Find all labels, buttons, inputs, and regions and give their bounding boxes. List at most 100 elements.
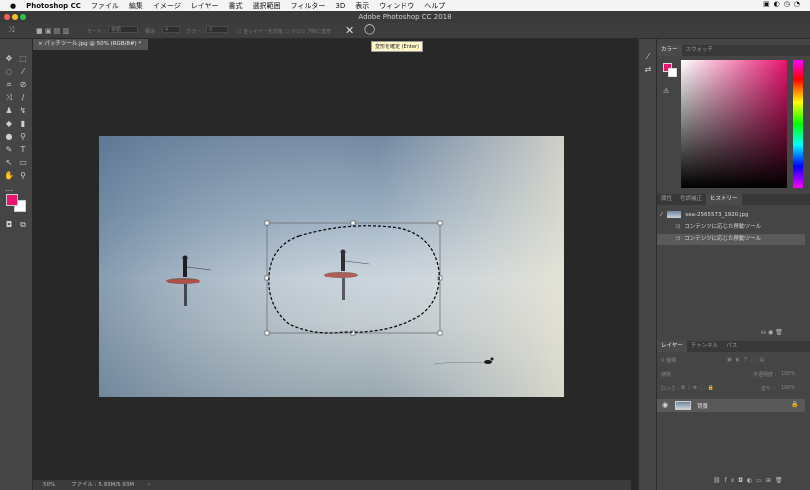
tab-adjustments[interactable]: 色調補正 (676, 194, 706, 205)
tab-history[interactable]: ヒストリー (706, 194, 742, 205)
lasso-tool-icon[interactable]: ◌ (3, 66, 15, 77)
handle-bottom-left[interactable] (264, 330, 270, 336)
layers-panel-actions[interactable]: ⛓fx◘◐▭⊞🗑 (713, 477, 787, 484)
move-tool-icon[interactable]: ✥ (3, 53, 15, 64)
handle-bottom-right[interactable] (437, 330, 443, 336)
tab-swatches[interactable]: スウォッチ (682, 45, 718, 56)
quick-mask-icon[interactable]: ◘ (3, 219, 15, 230)
history-delete-icon[interactable]: 🗑 (775, 329, 783, 336)
menu-view[interactable]: 表示 (355, 1, 369, 11)
snapshot-name: sea-2565573_1920.jpg (685, 212, 749, 218)
color-panel-background[interactable] (668, 68, 677, 77)
history-brush-tool-icon[interactable]: ↯ (17, 105, 29, 116)
status-menu-arrow-icon[interactable]: › (148, 482, 150, 488)
menu-type[interactable]: 書式 (229, 1, 243, 11)
zoom-window-icon[interactable] (20, 14, 26, 20)
adjustments-icon[interactable]: ⇄ (642, 64, 654, 75)
handle-top-left[interactable] (264, 220, 270, 226)
blur-tool-icon[interactable]: ● (3, 131, 15, 142)
structure-input[interactable]: 4 (162, 26, 180, 33)
menu-image[interactable]: イメージ (153, 1, 181, 11)
opacity-value[interactable]: 100% (781, 371, 795, 377)
quick-select-tool-icon[interactable]: ⁄ (17, 66, 29, 77)
brush-tool-icon[interactable]: ∕ (17, 92, 29, 103)
history-snapshot[interactable]: ⁄ sea-2565573_1920.jpg (657, 210, 805, 221)
history-state-1-label: コンテンツに応じた移動ツール (684, 224, 762, 230)
tab-channels[interactable]: チャンネル (687, 341, 722, 352)
menu-edit[interactable]: 編集 (129, 1, 143, 11)
menu-layer[interactable]: レイヤー (191, 1, 219, 11)
tab-paths[interactable]: パス (722, 341, 741, 352)
fill-value[interactable]: 100% (781, 385, 795, 391)
transform-on-drop-checkbox[interactable]: ☐ ドロップ時に変形 (285, 28, 331, 35)
layer-filter[interactable]: ⚲ 種類 (661, 357, 676, 364)
hand-tool-icon[interactable]: ✋ (3, 170, 15, 181)
menu-app-name[interactable]: Photoshop CC (26, 2, 81, 10)
path-select-tool-icon[interactable]: ↖ (3, 157, 15, 168)
eraser-tool-icon[interactable]: ◆ (3, 118, 15, 129)
menu-help[interactable]: ヘルプ (424, 1, 445, 11)
image-canvas[interactable] (99, 136, 564, 397)
menu-3d[interactable]: 3D (335, 2, 345, 10)
history-state-1[interactable]: ⤨ コンテンツに応じた移動ツール (657, 222, 805, 233)
layer-row-background[interactable]: ◉ 背景 🔒 (657, 399, 805, 412)
menu-select[interactable]: 選択範囲 (253, 1, 281, 11)
menu-file[interactable]: ファイル (91, 1, 119, 11)
color-input[interactable]: 0 (206, 26, 228, 33)
color-value: 0 (206, 26, 228, 33)
layer-filter-icons[interactable]: ▣◐T⬚▤ (727, 357, 769, 363)
document-tab[interactable]: × パッチツール.jpg @ 50% (RGB/8#) * (33, 39, 148, 50)
color-label: カラー : (186, 29, 205, 35)
snapshot-camera-icon[interactable]: ◉ (768, 329, 773, 336)
content-aware-move-tool-icon[interactable]: ⤨ (8, 25, 14, 35)
type-tool-icon[interactable]: T (17, 144, 29, 155)
marquee-tool-icon[interactable]: ⬚ (17, 53, 29, 64)
menu-window[interactable]: ウィンドウ (379, 1, 414, 11)
layer-name[interactable]: 背景 (697, 402, 708, 410)
apple-menu-icon[interactable]: ● (10, 2, 16, 10)
stamp-tool-icon[interactable]: ♟ (3, 105, 15, 116)
gradient-tool-icon[interactable]: ▮ (17, 118, 29, 129)
zoom-level[interactable]: 50% (43, 482, 55, 488)
color-picker-field[interactable] (681, 60, 787, 188)
crop-tool-icon[interactable]: ⌗ (3, 79, 15, 90)
shape-tool-icon[interactable]: ▭ (17, 157, 29, 168)
history-state-2-icon: ⤨ (675, 236, 680, 242)
history-state-2-active[interactable]: ⤨ コンテンツに応じた移動ツール (657, 234, 805, 245)
history-brush-source-icon[interactable]: ⁄ (661, 212, 662, 218)
menu-filter[interactable]: フィルター (291, 1, 326, 11)
zoom-tool-icon[interactable]: ⚲ (17, 170, 29, 181)
patch-selection-outline[interactable] (268, 225, 440, 334)
tools-panel: ✥ ⬚ ◌ ⁄ ⌗ ⊘ ⤨ ∕ ♟ ↯ ◆ ▮ ● ⚲ ✎ T ↖ ▭ ✋ ⚲ … (0, 39, 33, 490)
eyedropper-tool-icon[interactable]: ⊘ (17, 79, 29, 90)
close-window-icon[interactable] (4, 14, 10, 20)
history-panel-tabs: 属性 色調補正 ヒストリー (657, 194, 810, 205)
tab-layers[interactable]: レイヤー (657, 341, 687, 352)
cancel-transform-icon[interactable]: ✕ (345, 24, 354, 37)
gamut-warning-icon[interactable]: ⚠ (663, 87, 669, 95)
more-tools-icon[interactable]: … (3, 183, 15, 194)
sample-all-checkbox[interactable]: ☐ 全レイヤーを対象 (237, 28, 283, 35)
layers-panel-tabs: レイヤー チャンネル パス (657, 341, 810, 352)
pen-tool-icon[interactable]: ✎ (3, 144, 15, 155)
handle-top-middle[interactable] (350, 220, 356, 226)
brush-settings-icon[interactable]: ⁄ (642, 51, 654, 62)
content-aware-move-icon[interactable]: ⤨ (3, 92, 15, 103)
history-state-1-icon: ⤨ (675, 224, 680, 230)
mode-select[interactable]: 移動 (108, 26, 138, 33)
screen-mode-icon[interactable]: ⧉ (17, 219, 29, 230)
foreground-color-swatch[interactable] (6, 194, 18, 206)
dodge-tool-icon[interactable]: ⚲ (17, 131, 29, 142)
layer-visibility-eye-icon[interactable]: ◉ (662, 401, 668, 409)
new-document-from-state-icon[interactable]: ⛀ (761, 329, 766, 336)
lock-icons[interactable]: ⊠∕✥⬚🔒 (681, 385, 717, 391)
hue-slider[interactable] (793, 60, 803, 188)
tab-color[interactable]: カラー (657, 45, 682, 56)
commit-transform-icon[interactable]: ◯ (364, 24, 375, 35)
handle-top-right[interactable] (437, 220, 443, 226)
selection-mode-icons[interactable]: ■ ▣ ▤ ▥ (36, 27, 69, 35)
layer-lock-icon: 🔒 (791, 401, 799, 408)
minimize-window-icon[interactable] (12, 14, 18, 20)
tab-properties[interactable]: 属性 (657, 194, 676, 205)
blend-mode-select[interactable]: 通常 (661, 371, 671, 378)
